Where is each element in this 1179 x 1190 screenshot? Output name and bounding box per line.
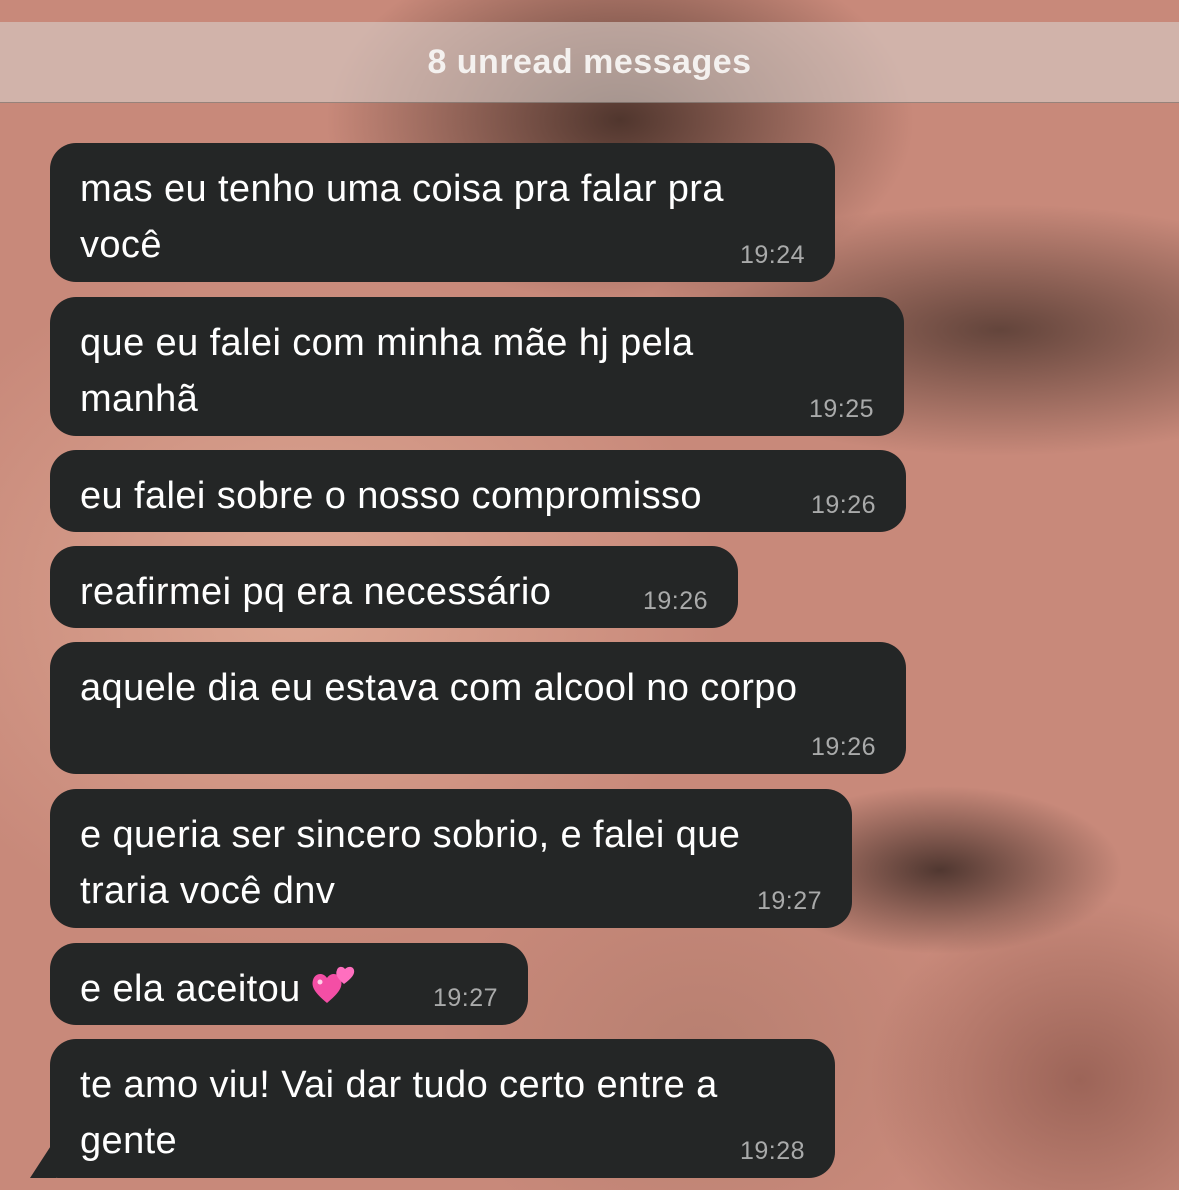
message-text: reafirmei pq era necessário bbox=[80, 571, 552, 613]
two-hearts-emoji bbox=[312, 966, 354, 1003]
message-bubble-4[interactable]: reafirmei pq era necessário 19:26 bbox=[50, 546, 738, 628]
message-text: te amo viu! Vai dar tudo certo entre a g… bbox=[80, 1064, 718, 1162]
message-bubble-8[interactable]: te amo viu! Vai dar tudo certo entre a g… bbox=[50, 1039, 835, 1178]
message-bubble-2[interactable]: que eu falei com minha mãe hj pela manhã… bbox=[50, 297, 904, 436]
message-time: 19:25 bbox=[808, 395, 874, 423]
unread-messages-banner: 8 unread messages bbox=[0, 22, 1179, 103]
message-bubble-1[interactable]: mas eu tenho uma coisa pra falar pra voc… bbox=[50, 143, 835, 282]
message-time: 19:26 bbox=[810, 491, 876, 519]
message-text: mas eu tenho uma coisa pra falar pra voc… bbox=[80, 168, 724, 266]
message-bubble-5[interactable]: aquele dia eu estava com alcool no corpo… bbox=[50, 642, 906, 774]
message-time: 19:28 bbox=[739, 1137, 805, 1165]
message-text: e ela aceitou bbox=[80, 968, 301, 1010]
message-time: 19:26 bbox=[642, 587, 708, 615]
message-time: 19:27 bbox=[432, 984, 498, 1012]
message-bubble-3[interactable]: eu falei sobre o nosso compromisso 19:26 bbox=[50, 450, 906, 532]
message-text: aquele dia eu estava com alcool no corpo bbox=[80, 667, 798, 709]
message-time: 19:24 bbox=[739, 241, 805, 269]
message-text: eu falei sobre o nosso compromisso bbox=[80, 475, 702, 517]
message-bubble-6[interactable]: e queria ser sincero sobrio, e falei que… bbox=[50, 789, 852, 928]
unread-messages-label: 8 unread messages bbox=[427, 42, 752, 81]
message-bubble-tail bbox=[30, 1138, 56, 1178]
message-time: 19:27 bbox=[756, 887, 822, 915]
message-text: que eu falei com minha mãe hj pela manhã bbox=[80, 322, 694, 420]
message-text: e queria ser sincero sobrio, e falei que… bbox=[80, 814, 741, 912]
message-bubble-7[interactable]: e ela aceitou 19:27 bbox=[50, 943, 528, 1025]
message-time: 19:26 bbox=[810, 733, 876, 761]
